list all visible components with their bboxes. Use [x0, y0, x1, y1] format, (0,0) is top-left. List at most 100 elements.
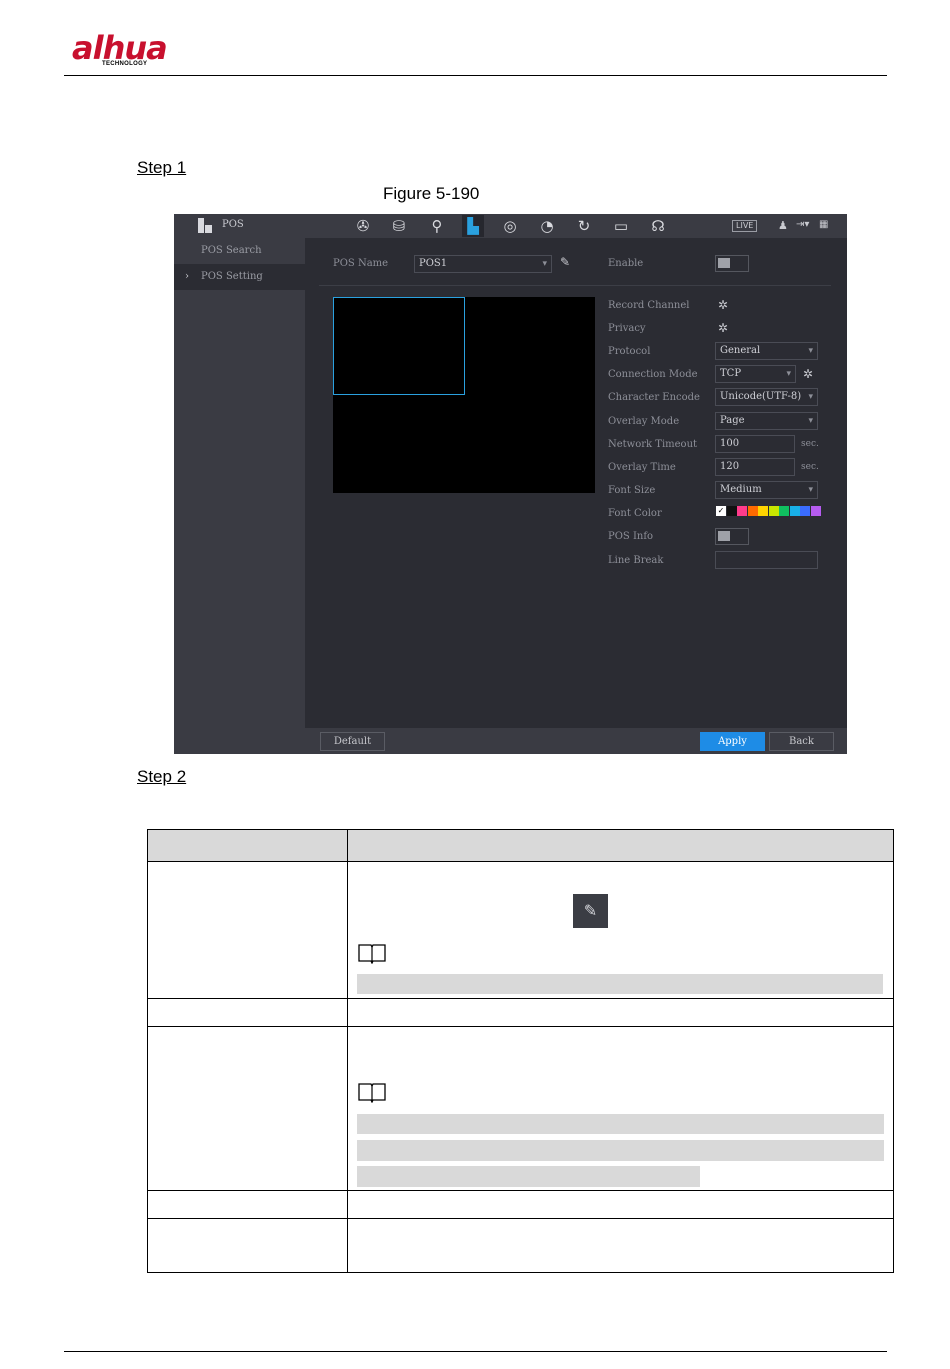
header-rule	[64, 75, 887, 76]
privacy-gear-icon[interactable]: ✲	[718, 321, 728, 335]
video-preview[interactable]	[333, 297, 595, 493]
record-channel-label: Record Channel	[608, 300, 690, 311]
enable-toggle[interactable]	[715, 255, 749, 272]
figure-caption: Figure 5-190	[383, 184, 480, 203]
table-rule	[148, 1026, 894, 1027]
table-rule	[148, 1218, 894, 1219]
user-icon[interactable]: ♟	[778, 219, 788, 232]
toggle-knob	[718, 258, 730, 268]
table-rule	[893, 829, 894, 1273]
pos-name-label: POS Name	[333, 258, 389, 269]
character-encode-value: Unicode(UTF-8)	[720, 391, 802, 402]
protocol-value: General	[720, 345, 761, 356]
edit-icon[interactable]: ✎	[560, 255, 570, 269]
network-timeout-unit: sec.	[801, 439, 819, 449]
character-encode-select[interactable]: Unicode(UTF-8)	[715, 388, 818, 406]
camera-icon[interactable]: ✇	[352, 215, 374, 237]
overlay-time-unit: sec.	[801, 462, 819, 472]
protocol-select[interactable]: General	[715, 342, 818, 360]
font-color-swatch[interactable]	[779, 506, 789, 516]
back-button[interactable]: Back	[769, 732, 834, 751]
font-color-palette: ✓	[716, 506, 821, 516]
pos-tab-icon[interactable]: ▙	[462, 215, 484, 237]
overlay-mode-value: Page	[720, 415, 745, 426]
live-button[interactable]: LIVE	[732, 220, 758, 232]
screen-title: POS	[222, 219, 244, 230]
note-icon	[358, 944, 386, 964]
main-panel: POS Name POS1 ✎ Enable Record Channel ✲ …	[305, 238, 847, 754]
grid-icon[interactable]: ▦	[819, 219, 828, 230]
font-size-select[interactable]: Medium	[715, 481, 818, 499]
brand-tagline: TECHNOLOGY	[102, 61, 148, 67]
overlay-region[interactable]	[333, 297, 465, 395]
table-rule	[347, 829, 348, 1273]
font-color-swatch[interactable]	[800, 506, 810, 516]
font-size-label: Font Size	[608, 485, 656, 496]
sidebar: POS Search › POS Setting	[174, 238, 305, 754]
logout-icon[interactable]: ⇥▾	[796, 219, 809, 230]
speed-icon[interactable]: ◔	[536, 215, 558, 237]
toggle-knob	[718, 531, 730, 541]
step1-label: Step 1	[137, 158, 187, 177]
bottom-bar	[305, 728, 847, 754]
table-rule	[148, 1272, 894, 1273]
apply-button[interactable]: Apply	[700, 732, 765, 751]
monitor-icon[interactable]: ▭	[610, 215, 632, 237]
overlay-time-label: Overlay Time	[608, 462, 676, 473]
table-rule	[148, 829, 894, 830]
connection-mode-gear-icon[interactable]: ✲	[803, 367, 813, 381]
line-break-input[interactable]	[715, 551, 818, 569]
pos-info-label: POS Info	[608, 531, 654, 542]
connection-mode-value: TCP	[720, 368, 742, 379]
font-size-value: Medium	[720, 484, 762, 495]
overlay-mode-label: Overlay Mode	[608, 416, 680, 427]
step2-label: Step 2	[137, 767, 187, 786]
pos-name-select[interactable]: POS1	[414, 255, 552, 273]
pos-icon	[198, 218, 212, 233]
note-text-bar	[357, 1140, 884, 1161]
protocol-label: Protocol	[608, 346, 651, 357]
font-color-swatch[interactable]	[737, 506, 747, 516]
font-color-swatch[interactable]: ✓	[716, 506, 726, 516]
privacy-label: Privacy	[608, 323, 646, 334]
search-icon[interactable]: ⚲	[426, 215, 448, 237]
table-rule	[147, 829, 148, 1273]
overlay-mode-select[interactable]: Page	[715, 412, 818, 430]
font-color-swatch[interactable]	[726, 506, 737, 516]
pos-settings-screen: POS ✇ ⛁ ⚲ ▙ ◎ ◔ ↻ ▭ ☊ LIVE ♟ ⇥▾ ▦ POS Se…	[174, 214, 847, 754]
font-color-swatch[interactable]	[758, 506, 768, 516]
font-color-swatch[interactable]	[810, 506, 821, 516]
edit-icon: ✎	[573, 894, 608, 928]
note-text-bar	[357, 974, 883, 994]
sidebar-item-pos-search[interactable]: POS Search	[174, 238, 305, 264]
footer-rule	[64, 1351, 887, 1352]
sidebar-item-label: POS Setting	[201, 271, 263, 282]
storage-icon[interactable]: ⛁	[388, 215, 410, 237]
font-color-swatch[interactable]	[747, 506, 758, 516]
connection-mode-label: Connection Mode	[608, 369, 698, 380]
headset-icon[interactable]: ☊	[647, 215, 669, 237]
font-color-swatch[interactable]	[789, 506, 800, 516]
note-text-bar	[357, 1166, 700, 1187]
sidebar-item-pos-setting[interactable]: › POS Setting	[174, 264, 305, 290]
top-bar: POS ✇ ⛁ ⚲ ▙ ◎ ◔ ↻ ▭ ☊ LIVE ♟ ⇥▾ ▦	[174, 214, 847, 238]
pos-name-value: POS1	[419, 258, 448, 269]
pos-info-toggle[interactable]	[715, 528, 749, 545]
font-color-swatch[interactable]	[768, 506, 779, 516]
table-rule	[148, 861, 894, 862]
table-rule	[148, 998, 894, 999]
note-text-bar	[357, 1114, 884, 1134]
network-timeout-label: Network Timeout	[608, 439, 698, 450]
divider	[319, 285, 831, 286]
note-icon	[358, 1083, 386, 1103]
default-button[interactable]: Default	[320, 732, 385, 751]
enable-label: Enable	[608, 258, 644, 269]
chevron-right-icon: ›	[185, 271, 189, 282]
connection-mode-select[interactable]: TCP	[715, 365, 796, 383]
record-channel-gear-icon[interactable]: ✲	[718, 298, 728, 312]
overlay-time-input[interactable]: 120	[715, 458, 795, 476]
network-icon[interactable]: ◎	[499, 215, 521, 237]
network-timeout-input[interactable]: 100	[715, 435, 795, 453]
brand-logo: alhua TECHNOLOGY	[72, 30, 184, 70]
sync-icon[interactable]: ↻	[573, 215, 595, 237]
